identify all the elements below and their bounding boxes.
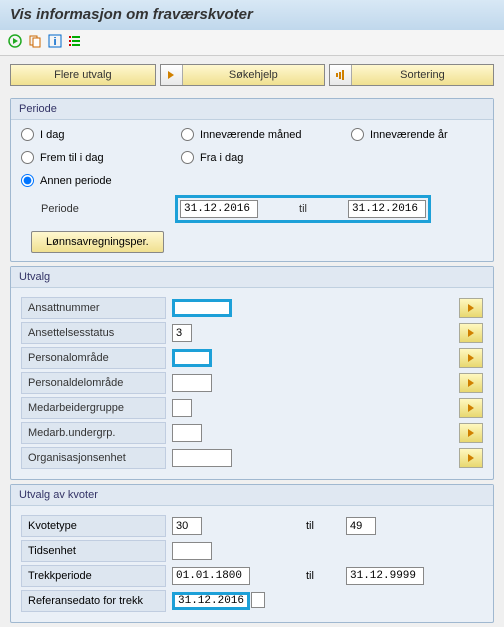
tidsenhet-input[interactable] [172, 542, 212, 560]
medarb-undergrp-input[interactable] [172, 424, 202, 442]
arrow-right-icon [161, 65, 183, 85]
flere-utvalg-button[interactable]: Flere utvalg [10, 64, 156, 86]
kvotetype-to-input[interactable] [346, 517, 376, 535]
periode-label: Periode [21, 203, 167, 215]
multi-select-button[interactable] [459, 448, 483, 468]
info-icon[interactable]: i [48, 34, 62, 51]
utvalg-panel: Utvalg Ansattnummer Ansettelsesstatus Pe… [10, 266, 494, 480]
radio-idag[interactable]: I dag [21, 128, 181, 141]
ansettelsesstatus-input[interactable] [172, 324, 192, 342]
row-organisasjonsenhet: Organisasjonsenhet [21, 446, 483, 470]
toolbar: i [0, 30, 504, 56]
row-tidsenhet: Tidsenhet [21, 539, 483, 563]
execute-icon[interactable] [8, 34, 22, 51]
row-ansattnummer: Ansattnummer [21, 296, 483, 320]
multi-select-button[interactable] [459, 298, 483, 318]
calendar-icon[interactable] [251, 592, 265, 608]
radio-annen[interactable]: Annen periode [21, 174, 181, 187]
row-personaldelomrade: Personaldelområde [21, 371, 483, 395]
personalomrade-input[interactable] [172, 349, 212, 367]
periode-highlight-box: til [175, 195, 431, 223]
organisasjonsenhet-input[interactable] [172, 449, 232, 467]
multi-select-button[interactable] [459, 373, 483, 393]
multi-select-button[interactable] [459, 398, 483, 418]
periode-from-input[interactable] [180, 200, 258, 218]
kvoter-panel-title: Utvalg av kvoter [11, 485, 493, 506]
app-header: Vis informasjon om fraværskvoter [0, 0, 504, 30]
multi-select-button[interactable] [459, 423, 483, 443]
row-trekkperiode: Trekkperiode til [21, 564, 483, 588]
referansedato-input[interactable] [172, 592, 250, 610]
row-personalomrade: Personalområde [21, 346, 483, 370]
kvotetype-from-input[interactable] [172, 517, 202, 535]
til-label: til [278, 203, 328, 215]
sokehjelp-button[interactable]: Søkehjelp [160, 64, 325, 86]
trekk-from-input[interactable] [172, 567, 250, 585]
radio-inn-ar[interactable]: Inneværende år [351, 128, 501, 141]
medarbeidergruppe-input[interactable] [172, 399, 192, 417]
personaldelomrade-input[interactable] [172, 374, 212, 392]
multi-select-button[interactable] [459, 323, 483, 343]
sort-icon [330, 65, 352, 85]
button-row: Flere utvalg Søkehjelp Sortering [0, 56, 504, 94]
kvoter-panel: Utvalg av kvoter Kvotetype til Tidsenhet… [10, 484, 494, 623]
row-kvotetype: Kvotetype til [21, 514, 483, 538]
row-medarbeidergruppe: Medarbeidergruppe [21, 396, 483, 420]
utvalg-panel-title: Utvalg [11, 267, 493, 288]
periode-panel-title: Periode [11, 99, 493, 120]
trekk-to-input[interactable] [346, 567, 424, 585]
row-medarb-undergrp: Medarb.undergrp. [21, 421, 483, 445]
radio-inn-maned[interactable]: Inneværende måned [181, 128, 351, 141]
periode-panel: Periode I dag Inneværende måned Innevære… [10, 98, 494, 262]
radio-frem[interactable]: Frem til i dag [21, 151, 181, 164]
periode-to-input[interactable] [348, 200, 426, 218]
page-title: Vis informasjon om fraværskvoter [10, 6, 494, 23]
ansattnummer-input[interactable] [172, 299, 232, 317]
multi-select-button[interactable] [459, 348, 483, 368]
svg-text:i: i [53, 36, 56, 48]
sortering-button[interactable]: Sortering [329, 64, 494, 86]
list-icon[interactable] [68, 34, 82, 51]
radio-fra[interactable]: Fra i dag [181, 151, 351, 164]
lonnsavregning-button[interactable]: Lønnsavregningsper. [31, 231, 164, 253]
row-referansedato: Referansedato for trekk [21, 589, 483, 613]
copy-icon[interactable] [28, 34, 42, 51]
row-ansettelsesstatus: Ansettelsesstatus [21, 321, 483, 345]
